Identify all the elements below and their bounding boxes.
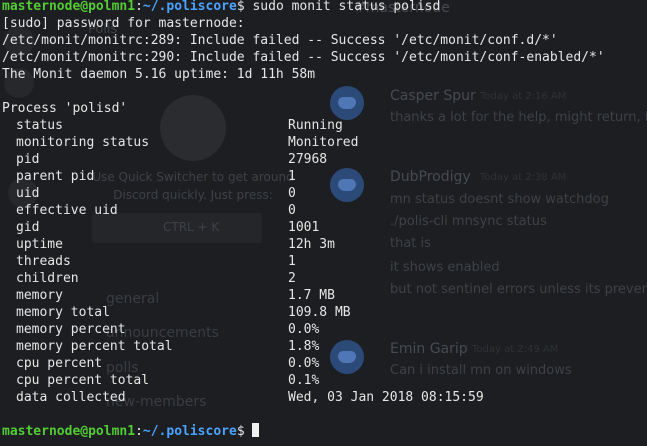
status-row: data collected Wed, 03 Jan 2018 08:15:59 — [2, 389, 605, 406]
status-value: 2 — [288, 271, 296, 286]
text-cursor — [252, 423, 260, 437]
status-value: 109.8 MB — [288, 305, 351, 320]
status-row: uid 0 — [2, 185, 605, 202]
status-value: 1.7 MB — [288, 288, 335, 303]
prompt-separator: : — [135, 424, 143, 439]
prompt-path: ~/.poliscore — [142, 424, 237, 439]
status-row: memory percent total 1.8% — [2, 338, 605, 355]
status-key: data collected — [16, 390, 126, 405]
status-key: gid — [16, 220, 40, 235]
prompt-user-host: masternode@polmn1 — [2, 0, 136, 14]
status-key: pid — [16, 152, 40, 167]
output-line: The Monit daemon 5.16 uptime: 1d 11h 58m — [2, 67, 316, 82]
status-key: memory percent — [16, 322, 126, 337]
status-key: memory total — [16, 305, 110, 320]
status-key: uid — [16, 186, 40, 201]
status-key: cpu percent total — [16, 373, 150, 388]
status-value: Wed, 03 Jan 2018 08:15:59 — [288, 390, 484, 405]
status-row: threads 1 — [2, 253, 605, 270]
status-key: monitoring status — [16, 135, 150, 150]
status-row: effective uid 0 — [2, 202, 605, 219]
status-row: memory total 109.8 MB — [2, 304, 605, 321]
status-value: 0.0% — [288, 356, 320, 371]
status-value: 0 — [288, 186, 296, 201]
status-key: threads — [16, 254, 71, 269]
status-row: parent pid 1 — [2, 168, 605, 185]
status-value: 1 — [288, 169, 296, 184]
status-value: 1.8% — [288, 339, 320, 354]
status-value: 1 — [288, 254, 296, 269]
status-value: 0 — [288, 203, 296, 218]
status-row: monitoring status Monitored — [2, 134, 605, 151]
command-text: sudo monit status polisd — [252, 0, 441, 14]
status-key: uptime — [16, 237, 63, 252]
status-table: status Running monitoring status Monitored p… — [2, 117, 605, 406]
status-value: 27968 — [288, 152, 328, 167]
status-value: 12h 3m — [288, 237, 335, 252]
status-row: gid 1001 — [2, 219, 605, 236]
status-value: 0.0% — [288, 322, 320, 337]
status-row: cpu percent total 0.1% — [2, 372, 605, 389]
output-line: [sudo] password for masternode: — [2, 16, 245, 31]
status-row: memory 1.7 MB — [2, 287, 605, 304]
terminal-output[interactable]: masternode@polmn1:~/.poliscore$ sudo mon… — [2, 0, 605, 440]
prompt-path: ~/.poliscore — [142, 0, 237, 14]
prompt-symbol: $ — [236, 424, 253, 439]
status-key: cpu percent — [16, 356, 103, 371]
status-value: 0.1% — [288, 373, 320, 388]
status-row: pid 27968 — [2, 151, 605, 168]
status-value: Running — [288, 118, 343, 133]
status-row: cpu percent 0.0% — [2, 355, 605, 372]
status-key: memory percent total — [16, 339, 173, 354]
prompt-separator: : — [135, 0, 143, 14]
status-value: Monitored — [288, 135, 359, 150]
status-key: status — [16, 118, 63, 133]
status-row: memory percent 0.0% — [2, 321, 605, 338]
output-line: /etc/monit/monitrc:289: Include failed -… — [2, 33, 558, 48]
prompt-line[interactable]: masternode@polmn1:~/.poliscore$ — [2, 423, 605, 440]
command-line: masternode@polmn1:~/.poliscore$ sudo mon… — [2, 0, 605, 15]
status-row: children 2 — [2, 270, 605, 287]
output-line: /etc/monit/monitrc:290: Include failed -… — [2, 50, 605, 65]
process-heading: Process 'polisd' — [2, 101, 128, 116]
status-key: parent pid — [16, 169, 95, 184]
status-key: memory — [16, 288, 63, 303]
prompt-user-host: masternode@polmn1 — [2, 424, 136, 439]
prompt-symbol: $ — [236, 0, 253, 14]
status-value: 1001 — [288, 220, 320, 235]
status-key: children — [16, 271, 79, 286]
status-key: effective uid — [16, 203, 118, 218]
status-row: uptime 12h 3m — [2, 236, 605, 253]
status-row: status Running — [2, 117, 605, 134]
